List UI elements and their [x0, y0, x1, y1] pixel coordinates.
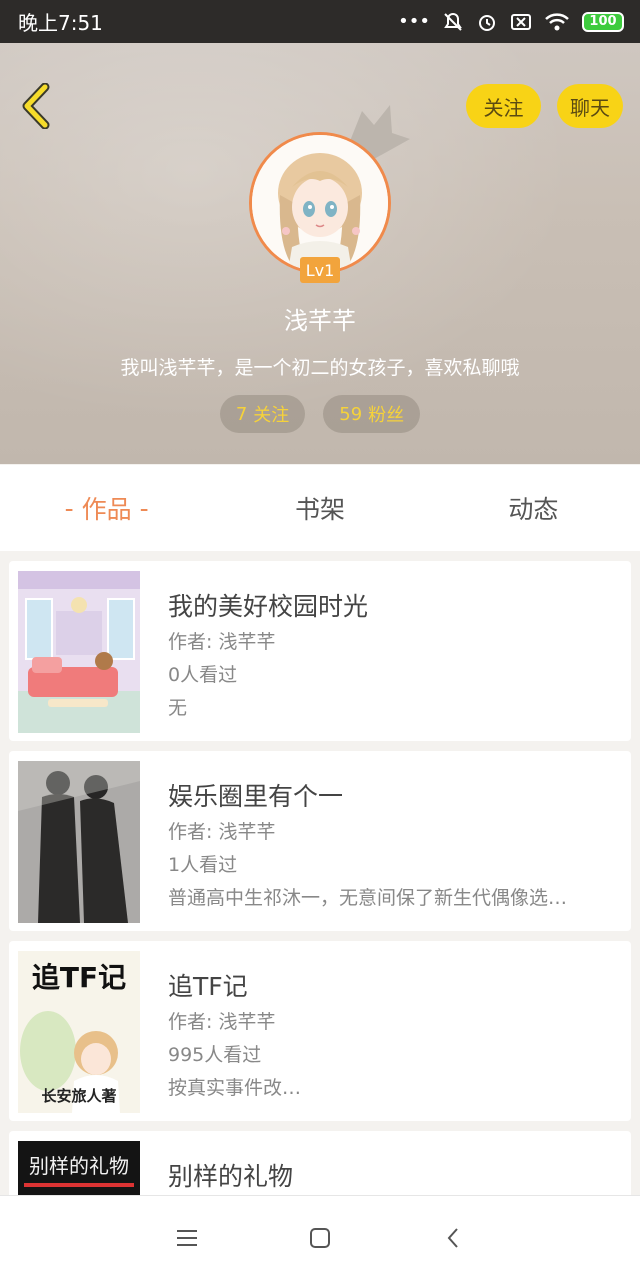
- level-badge: Lv1: [300, 257, 340, 283]
- following-count: 7: [235, 403, 248, 425]
- cover-title-text: 别样的礼物: [29, 1154, 129, 1178]
- avatar-container: [249, 132, 391, 274]
- follow-button[interactable]: 关注: [466, 84, 541, 128]
- cover-author-text: 长安旅人著: [41, 1087, 116, 1105]
- book-title: 娱乐圈里有个一: [168, 782, 344, 811]
- back-arrow-icon: [447, 1228, 459, 1248]
- battery-indicator: 100: [582, 11, 624, 32]
- book-description: 无: [168, 697, 188, 719]
- home-square-icon: [309, 1228, 330, 1248]
- fans-count: 59: [339, 403, 363, 425]
- back-button[interactable]: [14, 81, 58, 131]
- chat-button[interactable]: 聊天: [557, 84, 623, 128]
- work-card[interactable]: 我的美好校园时光 作者: 浅芊芊 0人看过 无: [9, 561, 631, 741]
- sim-off-icon: [511, 13, 531, 30]
- avatar[interactable]: [249, 132, 391, 274]
- following-label: 关注: [253, 405, 290, 426]
- cover-room-illustration: [18, 571, 140, 733]
- stats-row: 7 关注 59 粉丝: [0, 395, 640, 433]
- fans-label: 粉丝: [368, 405, 405, 426]
- book-author: 作者: 浅芊芊: [168, 631, 276, 653]
- tab-works-label: 作品: [81, 495, 132, 524]
- alarm-icon: [479, 14, 495, 31]
- book-cover: 别样的礼物: [18, 1141, 140, 1195]
- book-views: 995人看过: [168, 1044, 262, 1066]
- menu-icon: [176, 1230, 197, 1246]
- cover-shadow-photo: [18, 761, 140, 923]
- work-card[interactable]: 别样的礼物 别样的礼物: [9, 1131, 631, 1195]
- book-cover: [18, 571, 140, 733]
- menu-button[interactable]: [167, 1218, 207, 1258]
- tab-activity[interactable]: 动态: [427, 465, 640, 551]
- book-author: 作者: 浅芊芊: [168, 821, 276, 843]
- tab-dash-left: -: [64, 493, 74, 523]
- system-nav-bar: [0, 1195, 640, 1280]
- book-title: 别样的礼物: [168, 1162, 294, 1191]
- user-bio: 我叫浅芊芊，是一个初二的女孩子，喜欢私聊哦: [120, 357, 520, 379]
- tab-bookshelf[interactable]: 书架: [213, 465, 426, 551]
- nav-back-button[interactable]: [433, 1218, 473, 1258]
- book-title: 追TF记: [168, 972, 248, 1001]
- following-count-pill[interactable]: 7 关注: [219, 395, 306, 433]
- works-list: 我的美好校园时光 作者: 浅芊芊 0人看过 无 娱乐圈里有个一 作者: 浅芊芊 …: [0, 561, 640, 1195]
- book-cover: 追TF记 长安旅人著: [18, 951, 140, 1113]
- tab-works[interactable]: - 作品 -: [0, 465, 213, 551]
- profile-tabs: - 作品 - 书架 动态: [0, 465, 640, 551]
- status-bar: 晚上7:51 ••• 100: [0, 0, 640, 43]
- book-views: 1人看过: [168, 854, 238, 876]
- username: 浅芊芊: [284, 307, 356, 335]
- chevron-left-icon: [22, 83, 50, 129]
- bell-muted-icon: [444, 12, 462, 31]
- tab-bookshelf-label: 书架: [294, 495, 345, 524]
- work-card[interactable]: 追TF记 长安旅人著 追TF记 作者: 浅芊芊 995人看过 按真实事件改…: [9, 941, 631, 1121]
- tab-activity-label: 动态: [508, 495, 559, 524]
- book-views: 0人看过: [168, 664, 238, 686]
- cover-tf-illustration: 追TF记 长安旅人著: [18, 951, 140, 1113]
- cover-gift-illustration: 别样的礼物: [18, 1141, 140, 1195]
- home-button[interactable]: [300, 1218, 340, 1258]
- work-card[interactable]: 娱乐圈里有个一 作者: 浅芊芊 1人看过 普通高中生祁沐一，无意间保了新生代偶像…: [9, 751, 631, 931]
- book-author: 作者: 浅芊芊: [168, 1011, 276, 1033]
- cover-title-text: 追TF记: [32, 961, 126, 994]
- fans-count-pill[interactable]: 59 粉丝: [323, 395, 421, 433]
- status-icons: ••• 100: [398, 11, 624, 33]
- avatar-illustration: [252, 135, 388, 271]
- more-dots-icon: •••: [398, 10, 430, 32]
- book-description: 普通高中生祁沐一，无意间保了新生代偶像选…: [168, 887, 568, 909]
- wifi-icon: [545, 12, 569, 30]
- book-cover: [18, 761, 140, 923]
- status-time: 晚上7:51: [18, 11, 103, 35]
- profile-header: 关注 聊天 Lv1 浅芊芊 我叫浅芊芊，是一个初二的女孩子，喜欢私聊哦 7 关注…: [0, 43, 640, 464]
- book-description: 按真实事件改…: [168, 1077, 302, 1099]
- tab-dash-right: -: [139, 493, 149, 523]
- book-title: 我的美好校园时光: [168, 592, 369, 621]
